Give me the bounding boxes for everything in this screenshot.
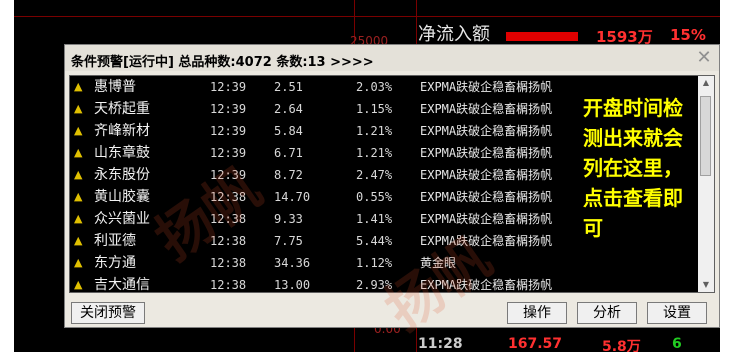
alert-condition: EXPMA趺破企稳畜榍扬帆 (420, 124, 553, 138)
alert-condition: EXPMA趺破企稳畜榍扬帆 (420, 80, 553, 94)
scroll-thumb[interactable] (700, 96, 711, 176)
up-arrow-icon: ▲ (74, 80, 83, 93)
stock-name: 山东章鼓 (94, 145, 150, 161)
stock-price: 8.72 (274, 168, 303, 182)
change-percent: 1.21% (356, 124, 393, 138)
stock-price: 6.71 (274, 146, 303, 160)
tick-price: 167.57 (508, 336, 563, 352)
stock-name: 永东股份 (94, 167, 150, 183)
stock-name: 吉大通信 (94, 277, 150, 293)
up-arrow-icon: ▲ (74, 124, 83, 137)
stock-price: 9.33 (274, 212, 303, 226)
change-percent: 1.15% (356, 102, 393, 116)
change-percent: 2.47% (356, 168, 393, 182)
change-percent: 1.41% (356, 212, 393, 226)
alert-time: 12:39 (210, 102, 247, 116)
up-arrow-icon: ▲ (74, 278, 83, 291)
alert-time: 12:38 (210, 234, 247, 248)
stock-name: 黄山胶囊 (94, 189, 150, 205)
up-arrow-icon: ▲ (74, 234, 83, 247)
vertical-scrollbar[interactable]: ▲ ▼ (698, 76, 714, 292)
change-percent: 2.03% (356, 80, 393, 94)
net-inflow-label: 净流入额 (418, 24, 490, 45)
operate-button[interactable]: 操作 (507, 302, 567, 324)
stock-price: 14.70 (274, 190, 311, 204)
alert-time: 12:39 (210, 80, 247, 94)
net-inflow-bar (506, 32, 578, 41)
alert-time: 12:39 (210, 168, 247, 182)
alert-condition: EXPMA趺破企稳畜榍扬帆 (420, 212, 553, 226)
alert-time: 12:38 (210, 256, 247, 270)
stock-name: 东方通 (94, 255, 136, 271)
dialog-titlebar[interactable]: 条件预警[运行中] 总品种数:4072 条数:13 >>>> ✕ (65, 45, 719, 71)
close-alert-button[interactable]: 关闭预警 (71, 302, 145, 324)
stock-price: 2.64 (274, 102, 303, 116)
close-icon[interactable]: ✕ (695, 49, 713, 67)
change-percent: 1.21% (356, 146, 393, 160)
alert-condition: EXPMA趺破企稳畜榍扬帆 (420, 168, 553, 182)
alert-row[interactable]: ▲ 吉大通信 12:38 13.00 2.93% EXPMA趺破企稳畜榍扬帆 (70, 274, 690, 293)
alert-condition: EXPMA趺破企稳畜榍扬帆 (420, 146, 553, 160)
tick-count: 6 (672, 336, 682, 352)
stock-name: 利亚德 (94, 233, 136, 249)
alert-time: 12:38 (210, 212, 247, 226)
grid-line (14, 16, 720, 17)
change-percent: 1.12% (356, 256, 393, 270)
tutorial-annotation: 开盘时间检测出来就会列在这里，点击查看即可 (583, 96, 683, 240)
change-percent: 0.55% (356, 190, 393, 204)
alert-time: 12:39 (210, 124, 247, 138)
up-arrow-icon: ▲ (74, 256, 83, 269)
tick-row: 11:28 167.57 5.8万 6 (418, 334, 718, 352)
stock-price: 7.75 (274, 234, 303, 248)
analyze-button[interactable]: 分析 (577, 302, 637, 324)
alert-condition: EXPMA趺破企稳畜榍扬帆 (420, 102, 553, 116)
alert-condition: EXPMA趺破企稳畜榍扬帆 (420, 234, 553, 248)
alert-condition: EXPMA趺破企稳畜榍扬帆 (420, 190, 553, 204)
alert-condition: EXPMA趺破企稳畜榍扬帆 (420, 278, 553, 292)
alert-row[interactable]: ▲ 东方通 12:38 34.36 1.12% 黄金眼 (70, 252, 690, 274)
scroll-down-icon[interactable]: ▼ (698, 278, 714, 292)
tick-time: 11:28 (418, 336, 463, 352)
up-arrow-icon: ▲ (74, 190, 83, 203)
up-arrow-icon: ▲ (74, 168, 83, 181)
alert-time: 12:39 (210, 146, 247, 160)
dialog-title: 条件预警[运行中] 总品种数:4072 条数:13 >>>> (71, 55, 374, 70)
stock-name: 天桥起重 (94, 101, 150, 117)
stock-name: 众兴菌业 (94, 211, 150, 227)
change-percent: 5.44% (356, 234, 393, 248)
scroll-up-icon[interactable]: ▲ (698, 76, 714, 90)
condition-alert-dialog: 条件预警[运行中] 总品种数:4072 条数:13 >>>> ✕ ▲ 惠博普 12:… (64, 44, 720, 328)
tick-volume: 5.8万 (602, 339, 641, 352)
stock-name: 齐峰新材 (94, 123, 150, 139)
stock-price: 5.84 (274, 124, 303, 138)
up-arrow-icon: ▲ (74, 146, 83, 159)
change-percent: 2.93% (356, 278, 393, 292)
net-inflow-percent: 15% (670, 26, 706, 44)
up-arrow-icon: ▲ (74, 212, 83, 225)
stock-name: 惠博普 (94, 79, 136, 95)
alert-time: 12:38 (210, 190, 247, 204)
stock-price: 2.51 (274, 80, 303, 94)
up-arrow-icon: ▲ (74, 102, 83, 115)
stock-price: 34.36 (274, 256, 311, 270)
alert-condition: 黄金眼 (420, 256, 457, 270)
settings-button[interactable]: 设置 (647, 302, 707, 324)
alert-time: 12:38 (210, 278, 247, 292)
stock-price: 13.00 (274, 278, 311, 292)
